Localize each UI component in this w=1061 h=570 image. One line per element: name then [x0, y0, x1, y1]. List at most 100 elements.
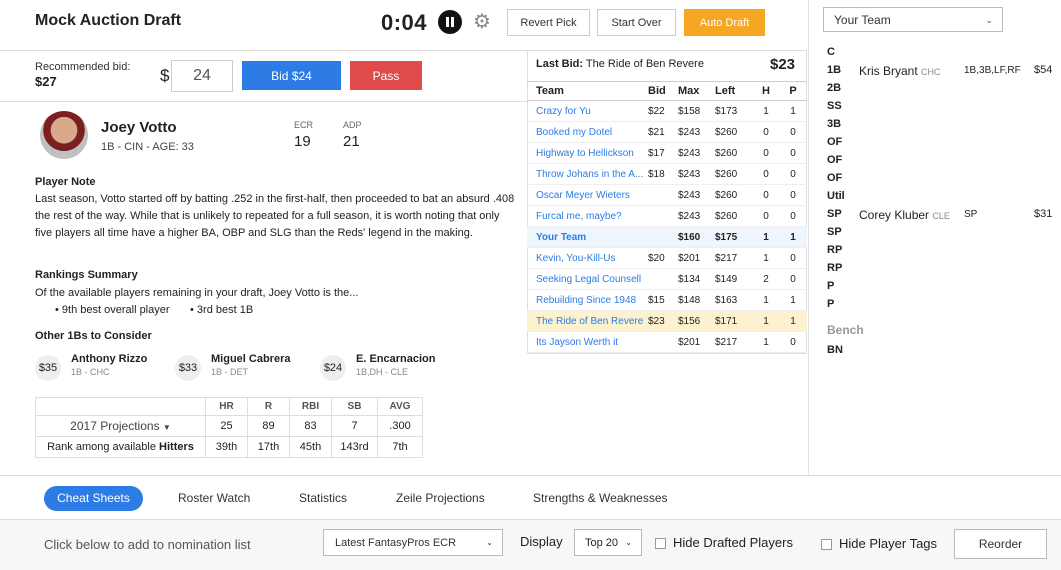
- bid-value: $18: [648, 163, 678, 185]
- hide-drafted-checkbox[interactable]: [655, 538, 666, 549]
- bid-row[interactable]: Rebuilding Since 1948 $15 $148 $163 1 1: [527, 289, 807, 311]
- roster-slot[interactable]: SP Corey Kluber CLE SP $31: [827, 208, 1052, 222]
- rank-value: 143rd: [331, 436, 378, 458]
- roster-slot[interactable]: RP: [827, 244, 1037, 256]
- hide-tags-label[interactable]: Hide Player Tags: [839, 536, 937, 551]
- team-name[interactable]: Oscar Meyer Wieters: [527, 184, 648, 206]
- hide-drafted-label[interactable]: Hide Drafted Players: [673, 535, 793, 550]
- recommended-bid-value: $27: [35, 74, 57, 89]
- team-name[interactable]: The Ride of Ben Revere: [527, 310, 648, 332]
- team-name[interactable]: Highway to Hellickson: [527, 142, 648, 164]
- roster-slot[interactable]: 1B Kris Bryant CHC 1B,3B,LF,RF $54: [827, 64, 1052, 78]
- team-name[interactable]: Rebuilding Since 1948: [527, 289, 648, 311]
- pitchers-count: 0: [779, 142, 807, 164]
- left-value: $260: [715, 163, 753, 185]
- display-count-select[interactable]: Top 20 ⌄: [574, 529, 642, 556]
- chevron-down-icon: ⌄: [625, 538, 632, 547]
- hitters-count: 1: [753, 247, 779, 269]
- roster-slot[interactable]: OF: [827, 172, 1037, 184]
- team-name[interactable]: Its Jayson Werth it: [527, 331, 648, 353]
- hitters-count: 0: [753, 142, 779, 164]
- team-name[interactable]: Booked my Dotel: [527, 121, 648, 143]
- pitchers-count: 1: [779, 310, 807, 332]
- slot-player-team: CHC: [921, 67, 941, 77]
- pause-icon[interactable]: [438, 10, 462, 34]
- bid-row[interactable]: Its Jayson Werth it $201 $217 1 0: [527, 331, 807, 353]
- bid-button[interactable]: Bid $24: [242, 61, 341, 90]
- reorder-button[interactable]: Reorder: [954, 529, 1047, 559]
- team-name[interactable]: Crazy for Yu: [527, 100, 648, 122]
- other-player-sub: 1B - CHC: [71, 367, 110, 377]
- player-info: 1B - CIN - AGE: 33: [101, 141, 194, 153]
- roster-slot[interactable]: SP: [827, 226, 1037, 238]
- max-value: $243: [678, 121, 715, 143]
- projections-select-label: 2017 Projections: [70, 419, 160, 433]
- tab-cheat-sheets[interactable]: Cheat Sheets: [44, 486, 143, 511]
- roster-slot[interactable]: P: [827, 280, 1037, 292]
- team-name[interactable]: Kevin, You-Kill-Us: [527, 247, 648, 269]
- other-player[interactable]: $33 Miguel Cabrera 1B - DET: [175, 352, 305, 381]
- roster-slot[interactable]: P: [827, 298, 1037, 310]
- tab-strengths-weaknesses[interactable]: Strengths & Weaknesses: [533, 486, 668, 511]
- other-player[interactable]: $24 E. Encarnacion 1B,DH - CLE: [320, 352, 460, 381]
- team-name[interactable]: Throw Johans in the A...: [527, 163, 648, 185]
- bid-row[interactable]: The Ride of Ben Revere $23 $156 $171 1 1: [527, 310, 807, 332]
- other-player[interactable]: $35 Anthony Rizzo 1B - CHC: [35, 352, 165, 381]
- roster-slot[interactable]: Util: [827, 190, 1037, 202]
- left-value: $260: [715, 184, 753, 206]
- auto-draft-button[interactable]: Auto Draft: [684, 9, 765, 36]
- bid-row[interactable]: Throw Johans in the A... $18 $243 $260 0 0: [527, 163, 807, 185]
- ranking-source-select[interactable]: Latest FantasyPros ECR ⌄: [323, 529, 503, 556]
- col-header: HR: [205, 397, 248, 416]
- tab-statistics[interactable]: Statistics: [299, 486, 347, 511]
- rank-bullet: • 3rd best 1B: [190, 304, 254, 316]
- left-value: $149: [715, 268, 753, 290]
- bid-row[interactable]: Your Team $160 $175 1 1: [527, 226, 807, 248]
- start-over-button[interactable]: Start Over: [597, 9, 676, 36]
- proj-value: 7: [331, 415, 378, 437]
- page-title: Mock Auction Draft: [35, 12, 182, 29]
- tab-roster-watch[interactable]: Roster Watch: [178, 486, 250, 511]
- pass-button[interactable]: Pass: [350, 61, 422, 90]
- team-select[interactable]: Your Team ⌄: [823, 7, 1003, 32]
- max-value: $160: [678, 226, 715, 248]
- roster-slot[interactable]: 2B: [827, 82, 1037, 94]
- bid-row[interactable]: Crazy for Yu $22 $158 $173 1 1: [527, 100, 807, 122]
- currency-symbol: $: [160, 66, 170, 85]
- team-name[interactable]: Seeking Legal Counsell: [527, 268, 648, 290]
- revert-pick-button[interactable]: Revert Pick: [507, 9, 590, 36]
- bid-row[interactable]: Booked my Dotel $21 $243 $260 0 0: [527, 121, 807, 143]
- bid-value: [648, 205, 678, 227]
- roster-slot[interactable]: OF: [827, 154, 1037, 166]
- roster-slot[interactable]: C: [827, 46, 1037, 58]
- slot-position: OF: [827, 136, 843, 148]
- roster-slot[interactable]: 3B: [827, 118, 1037, 130]
- sidebar-divider: [808, 0, 809, 475]
- gear-icon[interactable]: ⚙: [473, 11, 491, 33]
- roster-slot[interactable]: OF: [827, 136, 1037, 148]
- rank-label: Rank among available: [47, 441, 156, 453]
- bid-amount-input[interactable]: [171, 60, 233, 92]
- hitters-count: 0: [753, 205, 779, 227]
- bid-value: [648, 184, 678, 206]
- bid-row[interactable]: Furcal me, maybe? $243 $260 0 0: [527, 205, 807, 227]
- bid-row[interactable]: Seeking Legal Counsell $134 $149 2 0: [527, 268, 807, 290]
- bid-row[interactable]: Oscar Meyer Wieters $243 $260 0 0: [527, 184, 807, 206]
- bid-row[interactable]: Kevin, You-Kill-Us $20 $201 $217 1 0: [527, 247, 807, 269]
- roster-slot[interactable]: BN: [827, 344, 1037, 356]
- col-header: P: [779, 81, 807, 101]
- projections-select[interactable]: 2017 Projections ▼: [35, 415, 206, 437]
- roster-slot[interactable]: RP: [827, 262, 1037, 274]
- slot-position: C: [827, 46, 835, 58]
- hitters-count: 1: [753, 100, 779, 122]
- tab-zeile-projections[interactable]: Zeile Projections: [396, 486, 485, 511]
- team-name[interactable]: Furcal me, maybe?: [527, 205, 648, 227]
- bid-row[interactable]: Highway to Hellickson $17 $243 $260 0 0: [527, 142, 807, 164]
- last-bid-label: Last Bid:: [536, 58, 584, 70]
- roster-slot[interactable]: SS: [827, 100, 1037, 112]
- slot-position: 3B: [827, 118, 842, 130]
- left-value: $175: [715, 226, 753, 248]
- hide-tags-checkbox[interactable]: [821, 539, 832, 550]
- hitters-count: 1: [753, 310, 779, 332]
- team-name[interactable]: Your Team: [527, 226, 648, 248]
